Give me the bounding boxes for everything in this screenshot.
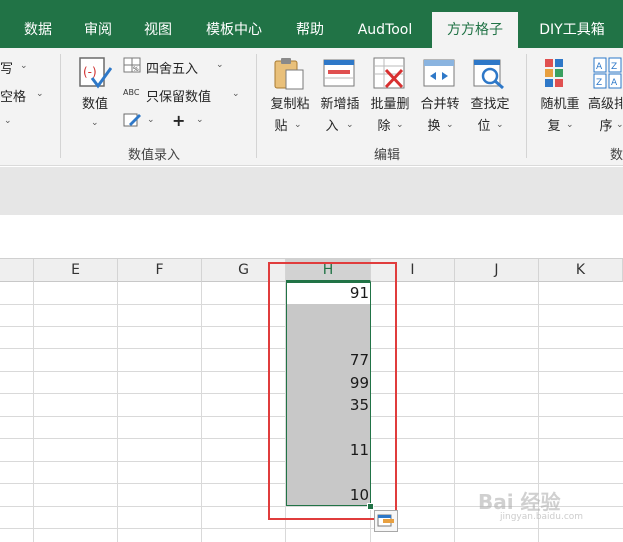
numeric-value-icon: (-) [79, 57, 112, 89]
keep-value-button[interactable]: 只保留数值 [146, 86, 211, 105]
chevron-down-icon: ⌄ [36, 89, 44, 99]
svg-text:%: % [133, 66, 139, 73]
ribbon-tab-bar: 数据 审阅 视图 模板中心 帮助 AudTool 方方格子 DIY工具箱 [0, 0, 623, 48]
find-locate-label-2: 位 [477, 119, 491, 134]
svg-text:A: A [611, 78, 618, 88]
column-header-e[interactable]: E [34, 259, 118, 282]
group-label-numeric-entry: 数值录入 [128, 148, 181, 163]
tab-template-center[interactable]: 模板中心 [192, 0, 276, 48]
chevron-down-icon: ⌄ [446, 120, 454, 130]
group-separator [256, 54, 257, 158]
abc-icon: ABC [123, 88, 140, 97]
chevron-down-icon: ⌄ [91, 118, 99, 128]
tab-fangfang-gezi[interactable]: 方方格子 [432, 12, 518, 48]
chevron-down-icon: ⌄ [396, 120, 404, 130]
find-locate-icon [473, 59, 504, 90]
watermark-sub: jingyan.baidu.com [500, 512, 584, 522]
watermark-logo: Bai 经验 [478, 490, 561, 514]
chevron-down-icon: ⌄ [232, 89, 240, 99]
grid-line [33, 282, 34, 542]
tab-audtool[interactable]: AudTool [344, 0, 426, 48]
find-locate-label-1: 查找定 [470, 97, 510, 112]
grid-line [117, 282, 118, 542]
tab-data[interactable]: 数据 [10, 0, 66, 48]
grid-line [454, 282, 455, 542]
batch-delete-icon [373, 57, 405, 89]
edit-pencil-icon[interactable] [123, 112, 143, 128]
merge-convert-icon [423, 59, 455, 87]
chevron-down-icon: ⌄ [496, 120, 504, 130]
group-separator [60, 54, 61, 158]
ribbon-panel: 写 ⌄ 空格 ⌄ ⌄ (-) 数值 ⌄ % 四舍五入 ⌄ ABC 只保留数值 ⌄… [0, 48, 623, 166]
tab-help[interactable]: 帮助 [282, 0, 338, 48]
svg-text:A: A [596, 62, 603, 72]
chevron-down-icon: ⌄ [20, 61, 28, 71]
advanced-sort-icon: A Z Z A [593, 57, 622, 89]
advanced-sort-label-2: 序 [599, 119, 613, 134]
grid-line [0, 528, 623, 529]
grid-line [201, 282, 202, 542]
quick-analysis-icon [377, 514, 394, 527]
svg-text:Z: Z [611, 62, 617, 72]
advanced-sort-label-1: 高级排 [588, 97, 623, 112]
random-repeat-label-2: 复 [547, 119, 561, 134]
column-header-k[interactable]: K [539, 259, 623, 282]
highlight-annotation-box [268, 262, 397, 520]
copy-paste-label-2: 贴 [274, 119, 288, 134]
tab-review[interactable]: 审阅 [70, 0, 126, 48]
numeric-value-label: 数值 [81, 97, 108, 112]
column-header-j[interactable]: J [455, 259, 539, 282]
column-header-f[interactable]: F [118, 259, 202, 282]
batch-delete-label-1: 批量删 [370, 97, 410, 112]
group-label-edit: 编辑 [374, 148, 401, 163]
name-box-row [0, 215, 623, 259]
svg-text:Z: Z [596, 78, 602, 88]
chevron-down-icon: ⌄ [196, 115, 204, 125]
chevron-down-icon: ⌄ [346, 120, 354, 130]
group-label-partial: 数 [610, 148, 623, 163]
batch-delete-label-2: 除 [377, 119, 391, 134]
new-insert-label-2: 入 [325, 119, 339, 134]
row-header-corner[interactable] [0, 259, 34, 282]
merge-convert-label-2: 换 [427, 119, 441, 134]
tab-view[interactable]: 视图 [130, 0, 186, 48]
round-button[interactable]: 四舍五入 [146, 58, 198, 77]
chevron-down-icon: ⌄ [147, 115, 155, 125]
random-repeat-label-1: 随机重 [540, 97, 580, 112]
group-separator [526, 54, 527, 158]
chevron-down-icon: ⌄ [566, 120, 574, 130]
formula-bar-area [0, 167, 623, 215]
insert-row-icon [323, 59, 355, 87]
chevron-down-icon: ⌄ [616, 120, 623, 130]
chevron-down-icon: ⌄ [216, 60, 224, 70]
chevron-down-icon: ⌄ [294, 120, 302, 130]
svg-text:(-): (-) [83, 65, 97, 79]
copy-paste-label-1: 复制粘 [270, 97, 310, 112]
random-repeat-icon [545, 59, 563, 87]
round-icon: % [123, 57, 141, 73]
merge-convert-label-1: 合并转 [420, 97, 460, 112]
ribbon-partial-item-2[interactable]: 空格 [0, 86, 26, 105]
chevron-down-icon: ⌄ [4, 116, 12, 126]
ribbon-partial-item-1[interactable]: 写 [0, 58, 13, 77]
quick-analysis-button[interactable] [374, 510, 398, 532]
new-insert-label-1: 新增插 [320, 97, 360, 112]
plus-icon[interactable]: + [172, 111, 185, 130]
clipboard-icon [274, 58, 304, 90]
tab-diy-toolbox[interactable]: DIY工具箱 [526, 0, 618, 48]
